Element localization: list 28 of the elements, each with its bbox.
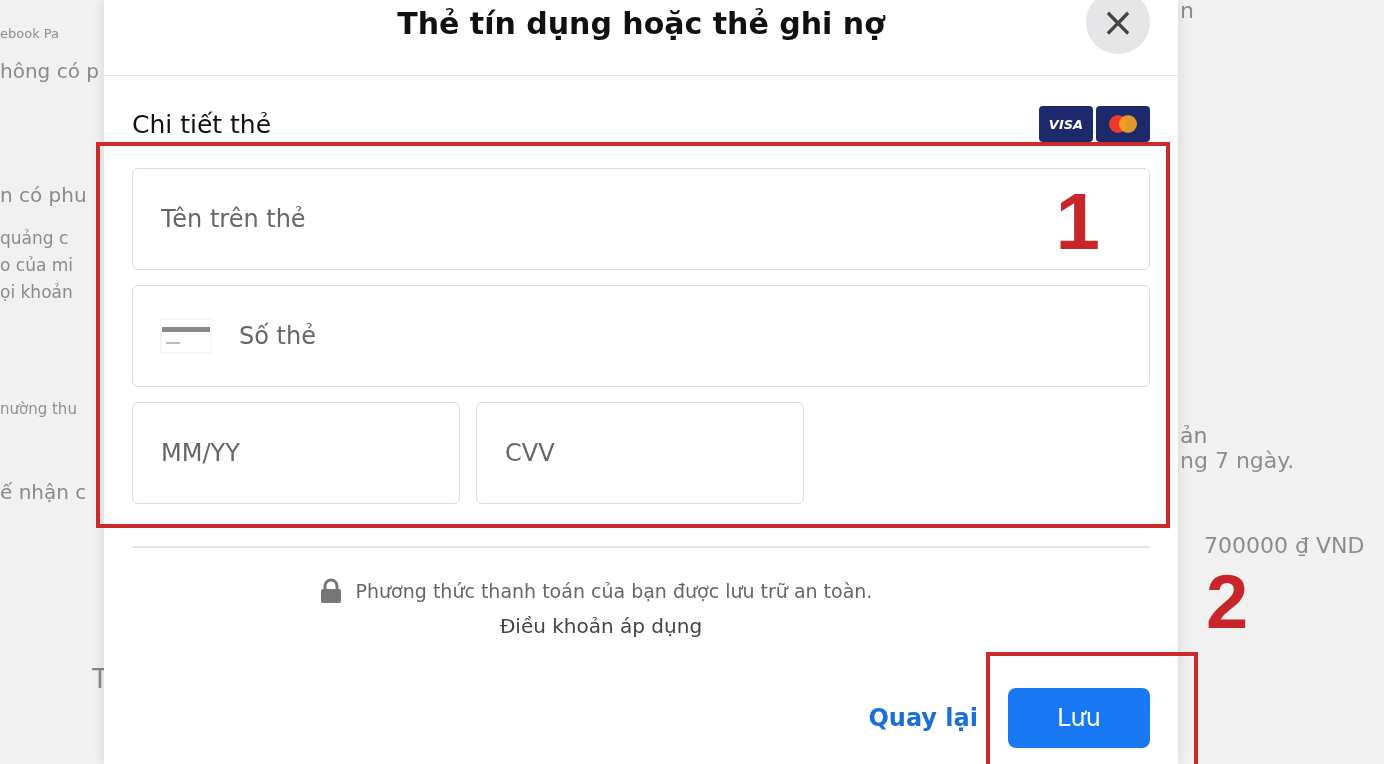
terms-link[interactable]: Điều khoản áp dụng bbox=[499, 614, 703, 638]
back-link[interactable]: Quay lại bbox=[868, 704, 978, 732]
background-text: ế nhận c bbox=[0, 480, 88, 504]
background-text: n bbox=[1180, 0, 1195, 23]
background-text: ng 7 ngày. bbox=[1180, 448, 1296, 473]
lock-icon bbox=[319, 578, 342, 604]
dialog-title: Thẻ tín dụng hoặc thẻ ghi nợ bbox=[397, 6, 885, 41]
save-button[interactable]: Lưu bbox=[1008, 688, 1150, 748]
mastercard-logo bbox=[1096, 106, 1150, 142]
input-field[interactable]: MM/YY bbox=[132, 402, 460, 504]
secure-note: Phương thức thanh toán của bạn được lưu trữ an toàn. bbox=[355, 580, 873, 602]
step-number: 1 bbox=[1055, 182, 1100, 262]
background-text: ản bbox=[1180, 423, 1209, 448]
background-text: n có phu bbox=[0, 183, 88, 207]
background-text: 700000 ₫ VND bbox=[1204, 533, 1366, 558]
close-button[interactable]: × bbox=[1086, 0, 1150, 54]
background-text: ọi khoản bbox=[0, 281, 74, 304]
background-text: nường thu bbox=[0, 400, 78, 418]
background-text: ebook Pa bbox=[0, 26, 61, 41]
visa-logo: VISA bbox=[1039, 106, 1093, 142]
background-text: o của mi bbox=[0, 254, 75, 277]
background-text: hông có p bbox=[0, 59, 100, 83]
card-icon bbox=[160, 318, 212, 354]
input-field[interactable]: CVV bbox=[476, 402, 804, 504]
background-text: quảng c bbox=[0, 227, 70, 250]
step-number: 2 bbox=[1206, 564, 1250, 640]
input-field[interactable]: Số thẻ bbox=[132, 285, 1150, 387]
section-title: Chi tiết thẻ bbox=[132, 109, 272, 139]
